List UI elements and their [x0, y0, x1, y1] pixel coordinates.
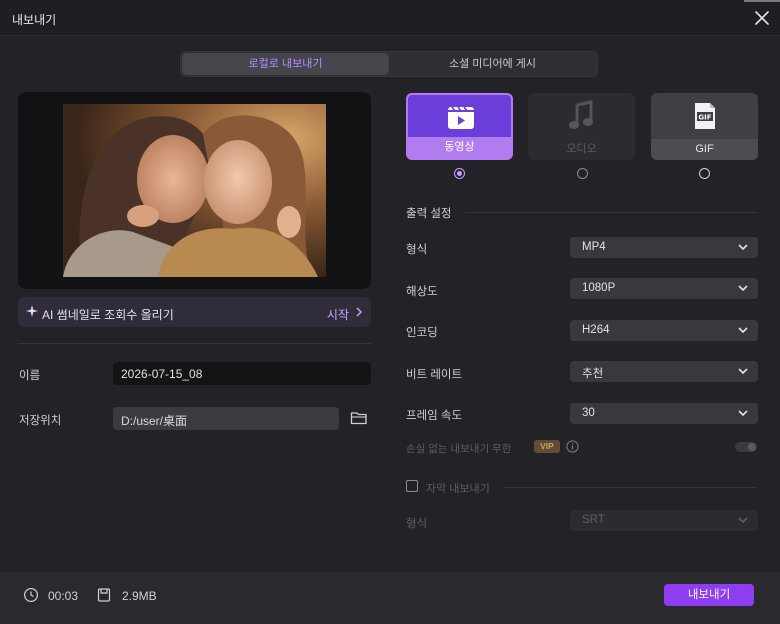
subtitle-export-label: 자막 내보내기 [426, 483, 490, 495]
music-note-icon [569, 100, 593, 129]
window-title: 내보내기 [12, 13, 57, 27]
format-dropdown[interactable]: MP4 [570, 237, 758, 258]
name-label: 이름 [19, 370, 41, 382]
chevron-down-icon [738, 368, 748, 375]
frame-rate-value: 30 [582, 407, 595, 419]
clock-icon [23, 587, 39, 603]
vip-badge: VIP [534, 440, 560, 453]
browse-folder-button[interactable] [349, 408, 369, 428]
divider [18, 343, 371, 344]
chevron-down-icon [738, 517, 748, 524]
resolution-value: 1080P [582, 282, 616, 294]
tab-social-media[interactable]: 소셜 미디어에 게시 [389, 53, 596, 75]
gif-radio[interactable] [699, 168, 710, 179]
chevron-down-icon [738, 410, 748, 417]
ai-start-link[interactable]: 시작 [327, 306, 349, 323]
output-type-video[interactable]: 동영상 [406, 93, 513, 160]
chevron-right-icon [356, 307, 362, 317]
folder-icon [350, 412, 367, 425]
frame-rate-dropdown[interactable]: 30 [570, 403, 758, 424]
save-path-field[interactable]: D:/user/桌面 [113, 407, 339, 430]
frame-rate-label: 프레임 속도 [406, 410, 463, 422]
subtitle-format-value: SRT [582, 514, 605, 526]
chevron-down-icon [738, 244, 748, 251]
gif-icon: GIF [695, 103, 715, 129]
file-name-input[interactable]: 2026-07-15_08 [113, 362, 371, 385]
footer-bar: 00:03 2.9MB 내보내기 [0, 572, 780, 624]
bitrate-value: 추천 [582, 368, 604, 380]
svg-text:GIF: GIF [698, 114, 711, 122]
close-button[interactable] [750, 6, 774, 30]
sparkle-icon [26, 305, 38, 317]
format-value: MP4 [582, 241, 606, 253]
output-type-label: 오디오 [566, 143, 597, 155]
bitrate-label: 비트 레이트 [406, 369, 463, 381]
subtitle-export-checkbox[interactable] [406, 480, 418, 492]
close-icon [755, 11, 769, 25]
video-radio[interactable] [454, 168, 465, 179]
title-bar-accent [744, 0, 780, 2]
divider [465, 212, 757, 213]
export-mode-tabs: 로컬로 내보내기 소셜 미디어에 게시 [180, 51, 598, 77]
output-type-label: GIF [651, 139, 758, 160]
film-icon [448, 106, 474, 129]
resolution-label: 해상도 [406, 286, 438, 298]
subtitle-format-dropdown[interactable]: SRT [570, 510, 758, 531]
preview-thumbnail-image [63, 104, 326, 277]
chevron-down-icon [738, 327, 748, 334]
video-preview [18, 92, 371, 289]
file-size-value: 2.9MB [122, 589, 157, 603]
bitrate-dropdown[interactable]: 추천 [570, 361, 758, 382]
chevron-down-icon [738, 285, 748, 292]
lossless-toggle[interactable] [735, 442, 757, 452]
output-settings-title: 출력 설정 [406, 208, 452, 220]
ai-thumbnail-label: AI 썸네일로 조회수 올리기 [42, 308, 174, 322]
ai-thumbnail-banner[interactable]: AI 썸네일로 조회수 올리기 시작 [18, 297, 371, 327]
output-type-label: 동영상 [408, 137, 511, 158]
lossless-export-label: 손실 없는 내보내기 무한 [406, 443, 512, 455]
encoding-dropdown[interactable]: H264 [570, 320, 758, 341]
subtitle-format-label: 형식 [406, 518, 428, 530]
encoding-value: H264 [582, 324, 610, 336]
output-type-gif[interactable]: GIF GIF [651, 93, 758, 160]
title-bar: 내보내기 [0, 0, 780, 36]
save-location-label: 저장위치 [19, 415, 62, 427]
info-icon[interactable] [566, 440, 579, 453]
duration-value: 00:03 [48, 589, 79, 603]
export-button[interactable]: 내보내기 [664, 584, 754, 606]
format-label: 형식 [406, 244, 428, 256]
encoding-label: 인코딩 [406, 327, 438, 339]
resolution-dropdown[interactable]: 1080P [570, 278, 758, 299]
output-type-audio[interactable]: 오디오 [528, 93, 635, 160]
file-size-icon [97, 588, 111, 602]
divider [503, 487, 757, 488]
tab-export-local[interactable]: 로컬로 내보내기 [182, 53, 389, 75]
audio-radio[interactable] [577, 168, 588, 179]
